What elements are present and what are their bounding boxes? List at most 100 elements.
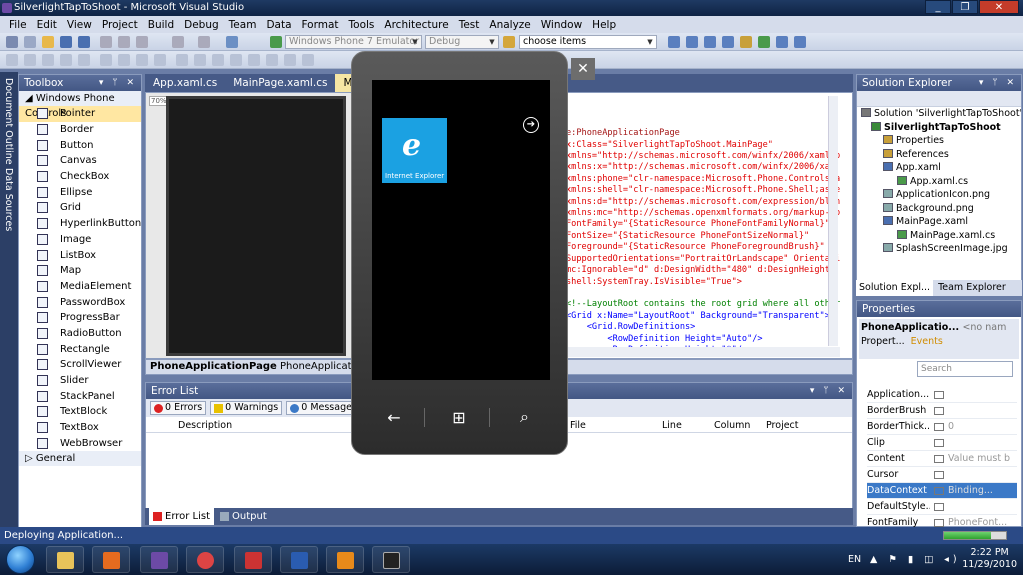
code-line[interactable]: mc:Ignorable="d" d:DesignWidth="480" d:D…: [566, 265, 840, 276]
menu-debug[interactable]: Debug: [179, 19, 224, 31]
toolbox-icon[interactable]: [740, 36, 752, 48]
taskbar-paint[interactable]: [234, 546, 272, 573]
menu-tools[interactable]: Tools: [344, 19, 380, 31]
font-size-icon[interactable]: [60, 54, 72, 66]
property-marker-icon[interactable]: [934, 454, 944, 463]
layout-overflow-icon[interactable]: [302, 54, 314, 66]
toolbox-item-canvas[interactable]: Canvas: [19, 153, 141, 169]
layout-box-icon[interactable]: [266, 54, 278, 66]
tab-mainpage-xaml-cs[interactable]: MainPage.xaml.cs: [225, 74, 335, 92]
code-line[interactable]: SupportedOrientations="PortraitOrLandsca…: [566, 254, 840, 265]
property-row[interactable]: Clip: [867, 435, 1017, 451]
find-combo[interactable]: choose items ▼: [519, 35, 657, 49]
toolbox-item-checkbox[interactable]: CheckBox: [19, 169, 141, 185]
minimize-button[interactable]: _: [925, 0, 951, 14]
layout-grid-icon[interactable]: [176, 54, 188, 66]
emulator-screen[interactable]: e Internet Explorer ➔: [372, 80, 550, 380]
vertical-scrollbar[interactable]: [828, 96, 838, 346]
toolbox-item-rectangle[interactable]: Rectangle: [19, 341, 141, 357]
property-row[interactable]: DefaultStyle...: [867, 499, 1017, 515]
taskbar-chrome[interactable]: [186, 546, 224, 573]
warnings-filter-button[interactable]: 0 Warnings: [210, 401, 283, 415]
tree-item[interactable]: ApplicationIcon.png: [857, 188, 1021, 202]
close-button[interactable]: ✕: [979, 0, 1019, 14]
property-marker-icon[interactable]: [934, 406, 944, 415]
column-file[interactable]: File: [570, 420, 586, 431]
toolbox-section[interactable]: ◢ Windows Phone Controls: [19, 91, 141, 119]
align-center-icon[interactable]: [24, 54, 36, 66]
tree-item[interactable]: SplashScreenImage.jpg: [857, 242, 1021, 256]
events-tab[interactable]: Events: [911, 336, 943, 347]
menu-build[interactable]: Build: [143, 19, 179, 31]
save-all-icon[interactable]: [78, 36, 90, 48]
tray-icons[interactable]: ▲ ⚑ ▮ ◫ ◂): [870, 544, 961, 575]
tree-item[interactable]: SilverlightTapToShoot: [857, 121, 1021, 135]
toolbox-item-passwordbox[interactable]: PasswordBox: [19, 294, 141, 310]
menu-view[interactable]: View: [62, 19, 97, 31]
add-item-icon[interactable]: [24, 36, 36, 48]
design-surface[interactable]: 70%: [146, 93, 352, 358]
tree-item[interactable]: MainPage.xaml.cs: [857, 229, 1021, 243]
tab-solution-explorer[interactable]: Solution Expl...: [856, 280, 934, 296]
extension-icon[interactable]: [758, 36, 770, 48]
menu-architecture[interactable]: Architecture: [379, 19, 453, 31]
breadcrumb-element-bold[interactable]: PhoneApplicationPage: [150, 361, 277, 372]
emulator-close-button[interactable]: ✕: [571, 58, 595, 80]
deploy-target-select[interactable]: Windows Phone 7 Emulator ▼: [285, 35, 422, 49]
properties-icon[interactable]: [704, 36, 716, 48]
column-column[interactable]: Column: [714, 420, 750, 431]
tab-error-list[interactable]: Error List: [149, 508, 215, 525]
navigate-icon[interactable]: [226, 36, 238, 48]
align-left-icon[interactable]: [6, 54, 18, 66]
code-line[interactable]: xmlns:mc="http://schemas.openxmlformats.…: [566, 208, 840, 219]
code-line[interactable]: FontFamily="{StaticResource PhoneFontFam…: [566, 219, 840, 230]
open-folder-icon[interactable]: [42, 36, 54, 48]
toolbox-item-slider[interactable]: Slider: [19, 373, 141, 389]
column-description[interactable]: Description: [178, 420, 232, 431]
toolbox-item-map[interactable]: Map: [19, 263, 141, 279]
comment-icon[interactable]: [118, 54, 130, 66]
menu-window[interactable]: Window: [536, 19, 587, 31]
taskbar-emulator[interactable]: [372, 546, 410, 573]
windows-button[interactable]: ⊞: [430, 407, 490, 427]
taskbar-visual-studio[interactable]: [140, 546, 178, 573]
toolbox-item-textbox[interactable]: TextBox: [19, 420, 141, 436]
menu-format[interactable]: Format: [297, 19, 344, 31]
panel-pin-icons[interactable]: ▾ ᛘ ✕: [810, 383, 848, 399]
toolbox-item-border[interactable]: Border: [19, 122, 141, 138]
toolbox-item-progressbar[interactable]: ProgressBar: [19, 310, 141, 326]
column-project[interactable]: Project: [766, 420, 799, 431]
toolbox-item-pointer[interactable]: Pointer: [19, 106, 141, 122]
menu-test[interactable]: Test: [454, 19, 485, 31]
toolbox-item-mediaelement[interactable]: MediaElement: [19, 279, 141, 295]
code-line[interactable]: <Grid x:Name="LayoutRoot" Background="Tr…: [566, 311, 840, 322]
code-line[interactable]: FontSize="{StaticResource PhoneFontSizeN…: [566, 231, 840, 242]
toolbox-section-general[interactable]: ▷ General: [19, 451, 141, 467]
save-icon[interactable]: [60, 36, 72, 48]
toolbox-item-stackpanel[interactable]: StackPanel: [19, 388, 141, 404]
configuration-select[interactable]: Debug ▼: [425, 35, 499, 49]
code-line[interactable]: xmlns="http://schemas.microsoft.com/winf…: [566, 151, 840, 162]
toolbox-item-webbrowser[interactable]: WebBrowser: [19, 435, 141, 451]
language-indicator[interactable]: EN: [848, 544, 861, 575]
menu-project[interactable]: Project: [97, 19, 143, 31]
tree-item[interactable]: Background.png: [857, 202, 1021, 216]
tab-team-explorer[interactable]: Team Explorer: [935, 280, 1009, 296]
menu-help[interactable]: Help: [587, 19, 621, 31]
messages-filter-button[interactable]: 0 Messages: [286, 401, 361, 415]
toolbox-item-listbox[interactable]: ListBox: [19, 247, 141, 263]
property-marker-icon[interactable]: [934, 470, 944, 479]
copy-icon[interactable]: [118, 36, 130, 48]
toolbox-item-ellipse[interactable]: Ellipse: [19, 184, 141, 200]
property-marker-icon[interactable]: [934, 390, 944, 399]
tab-app-xaml-cs[interactable]: App.xaml.cs: [145, 74, 225, 92]
layout-table-icon[interactable]: [194, 54, 206, 66]
toolbox-item-textblock[interactable]: TextBlock: [19, 404, 141, 420]
code-line[interactable]: <Grid.RowDefinitions>: [566, 322, 840, 333]
new-project-icon[interactable]: [6, 36, 18, 48]
paste-icon[interactable]: [136, 36, 148, 48]
object-browser-icon[interactable]: [722, 36, 734, 48]
taskbar-explorer[interactable]: [46, 546, 84, 573]
code-line[interactable]: xmlns:shell="clr-namespace:Microsoft.Pho…: [566, 185, 840, 196]
property-row[interactable]: Cursor: [867, 467, 1017, 483]
